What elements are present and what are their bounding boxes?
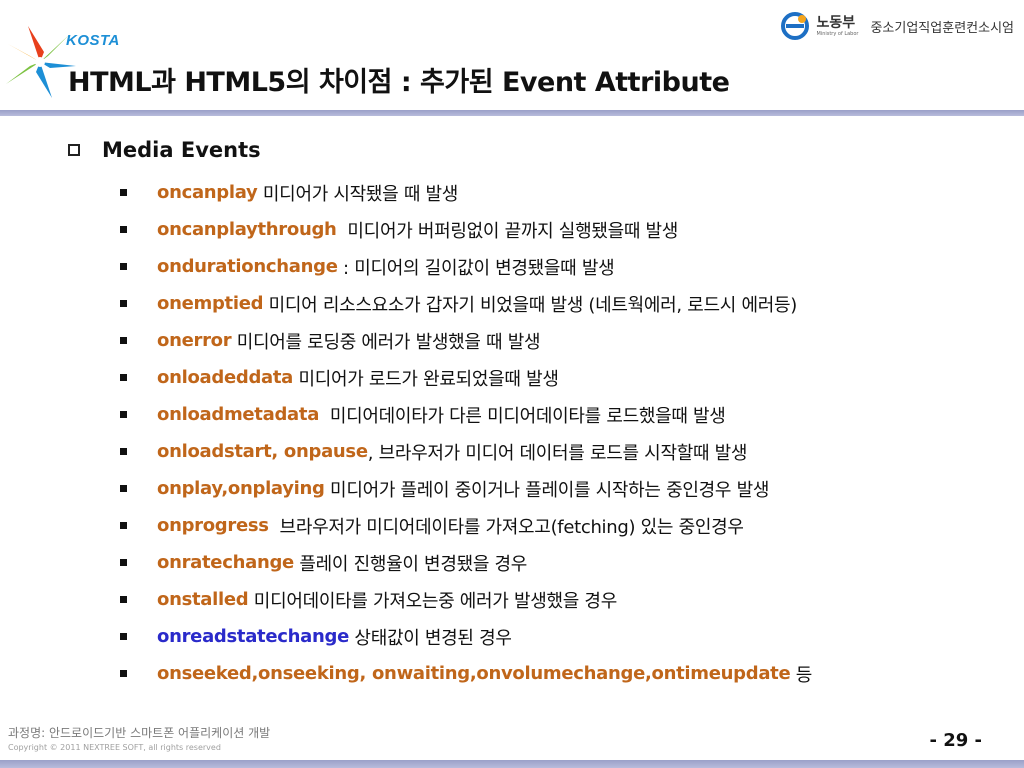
- square-bullet-icon: [120, 448, 127, 455]
- event-description: 브라우저가 미디어데이타를 가져오고(fetching) 있는 중인경우: [268, 516, 744, 538]
- event-description: 등: [790, 664, 813, 686]
- event-list: oncanplay 미디어가 시작됐을 때 발생 oncanplaythroug…: [120, 174, 812, 692]
- event-name: onseeked,onseeking, onwaiting,onvolumech…: [157, 663, 791, 684]
- event-name: onreadstatechange: [157, 626, 350, 647]
- ministry-logo-icon: [781, 12, 810, 40]
- list-item: oncanplaythrough 미디어가 버퍼링없이 끝까지 실행됐을때 발생: [120, 211, 812, 248]
- square-bullet-icon: [120, 374, 127, 381]
- event-name: onloadeddata: [157, 367, 294, 388]
- event-name: onratechange: [157, 552, 294, 573]
- slide-title: HTML과 HTML5의 차이점 : 추가된 Event Attribute: [68, 67, 730, 98]
- square-bullet-icon: [120, 485, 127, 492]
- course-name: 과정명: 안드로이드기반 스마트폰 어플리케이션 개발: [8, 726, 271, 740]
- list-item: onreadstatechange 상태값이 변경된 경우: [120, 618, 812, 655]
- event-description: 미디어가 버퍼링없이 끝까지 실행됐을때 발생: [336, 220, 679, 242]
- event-name: oncanplaythrough: [157, 219, 337, 240]
- event-name: onloadstart, onpause: [157, 441, 368, 462]
- ministry-name-block: 노동부 Ministry of Labor: [816, 16, 858, 37]
- footer-divider: [0, 760, 1024, 768]
- square-bullet-icon: [120, 633, 127, 640]
- event-name: onplay,onplaying: [157, 478, 325, 499]
- list-item: onemptied 미디어 리소스요소가 갑자기 비었을때 발생 (네트웍에러,…: [120, 285, 812, 322]
- event-description: 미디어가 시작됐을 때 발생: [257, 183, 459, 205]
- event-name: oncanplay: [157, 182, 258, 203]
- square-bullet-icon: [120, 670, 127, 677]
- event-name: onemptied: [157, 293, 264, 314]
- event-name: onloadmetadata: [157, 404, 320, 425]
- event-description: : 미디어의 길이값이 변경됐을때 발생: [337, 257, 615, 279]
- square-bullet-icon: [120, 300, 127, 307]
- ministry-name: 노동부: [816, 14, 856, 31]
- footer: 과정명: 안드로이드기반 스마트폰 어플리케이션 개발 Copyright © …: [8, 724, 270, 752]
- event-name: onstalled: [157, 589, 249, 610]
- checkbox-bullet-icon: [68, 144, 80, 156]
- list-item: oncanplay 미디어가 시작됐을 때 발생: [120, 174, 812, 211]
- list-item: onratechange 플레이 진행율이 변경됐을 경우: [120, 544, 812, 581]
- copyright-notice: Copyright © 2011 NEXTREE SOFT, all right…: [8, 743, 221, 752]
- event-description: , 브라우저가 미디어 데이터를 로드를 시작할때 발생: [367, 442, 748, 464]
- square-bullet-icon: [120, 337, 127, 344]
- event-description: 미디어를 로딩중 에러가 발생했을 때 발생: [231, 331, 541, 353]
- section-header: Media Events: [68, 138, 261, 162]
- section-label: Media Events: [102, 138, 261, 162]
- square-bullet-icon: [120, 596, 127, 603]
- event-name: onerror: [157, 330, 232, 351]
- training-center-name: 중소기업직업훈련컨소시엄: [870, 20, 1014, 36]
- list-item: onprogress 브라우저가 미디어데이타를 가져오고(fetching) …: [120, 507, 812, 544]
- event-description: 플레이 진행율이 변경됐을 경우: [293, 553, 528, 575]
- list-item: onloadstart, onpause, 브라우저가 미디어 데이터를 로드를…: [120, 433, 812, 470]
- title-divider: [0, 110, 1024, 116]
- event-name: onprogress: [157, 515, 269, 536]
- event-description: 미디어가 로드가 완료되었을때 발생: [293, 368, 559, 390]
- page-number: - 29 -: [929, 730, 982, 751]
- event-description: 미디어데이타를 가져오는중 에러가 발생했을 경우: [248, 590, 617, 612]
- event-description: 상태값이 변경된 경우: [349, 627, 512, 649]
- square-bullet-icon: [120, 226, 127, 233]
- list-item: onstalled 미디어데이타를 가져오는중 에러가 발생했을 경우: [120, 581, 812, 618]
- list-item: onplay,onplaying 미디어가 플레이 중이거나 플레이를 시작하는…: [120, 470, 812, 507]
- ministry-english-name: Ministry of Labor: [816, 30, 859, 37]
- ministry-header: 노동부 Ministry of Labor 중소기업직업훈련컨소시엄: [780, 10, 1014, 42]
- list-item: onloadmetadata 미디어데이타가 다른 미디어데이타를 로드했을때 …: [120, 396, 812, 433]
- square-bullet-icon: [120, 263, 127, 270]
- event-description: 미디어데이타가 다른 미디어데이타를 로드했을때 발생: [319, 405, 726, 427]
- square-bullet-icon: [120, 411, 127, 418]
- event-name: ondurationchange: [157, 256, 338, 277]
- square-bullet-icon: [120, 559, 127, 566]
- square-bullet-icon: [120, 522, 127, 529]
- square-bullet-icon: [120, 189, 127, 196]
- kosta-logo-text: KOSTA: [66, 32, 120, 49]
- list-item: onseeked,onseeking, onwaiting,onvolumech…: [120, 655, 812, 692]
- list-item: ondurationchange : 미디어의 길이값이 변경됐을때 발생: [120, 248, 812, 285]
- list-item: onerror 미디어를 로딩중 에러가 발생했을 때 발생: [120, 322, 812, 359]
- list-item: onloadeddata 미디어가 로드가 완료되었을때 발생: [120, 359, 812, 396]
- event-description: 미디어가 플레이 중이거나 플레이를 시작하는 중인경우 발생: [324, 479, 770, 501]
- event-description: 미디어 리소스요소가 갑자기 비었을때 발생 (네트웍에러, 로드시 에러등): [263, 294, 798, 316]
